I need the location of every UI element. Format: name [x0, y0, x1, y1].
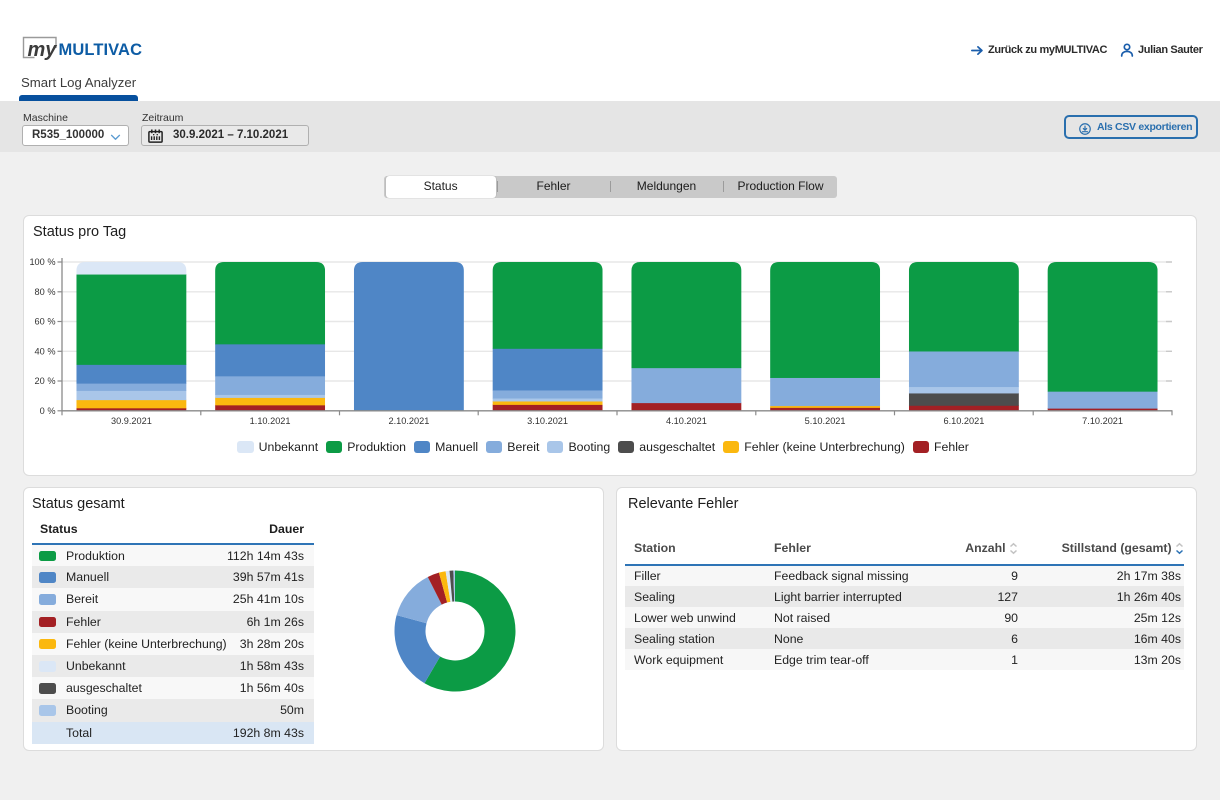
svg-text:0 %: 0 % — [40, 406, 56, 416]
svg-text:30.9.2021: 30.9.2021 — [111, 416, 152, 426]
svg-text:6.10.2021: 6.10.2021 — [943, 416, 984, 426]
svg-text:40 %: 40 % — [35, 347, 56, 357]
svg-text:3.10.2021: 3.10.2021 — [527, 416, 568, 426]
svg-text:MULTIVAC: MULTIVAC — [59, 41, 143, 59]
svg-text:80 %: 80 % — [35, 287, 56, 297]
svg-text:60 %: 60 % — [35, 317, 56, 327]
svg-text:100 %: 100 % — [29, 257, 55, 267]
svg-text:1.10.2021: 1.10.2021 — [250, 416, 291, 426]
svg-text:20 %: 20 % — [35, 376, 56, 386]
svg-text:2.10.2021: 2.10.2021 — [388, 416, 429, 426]
svg-text:5.10.2021: 5.10.2021 — [805, 416, 846, 426]
svg-text:my: my — [28, 39, 58, 61]
svg-text:4.10.2021: 4.10.2021 — [666, 416, 707, 426]
svg-text:7.10.2021: 7.10.2021 — [1082, 416, 1123, 426]
